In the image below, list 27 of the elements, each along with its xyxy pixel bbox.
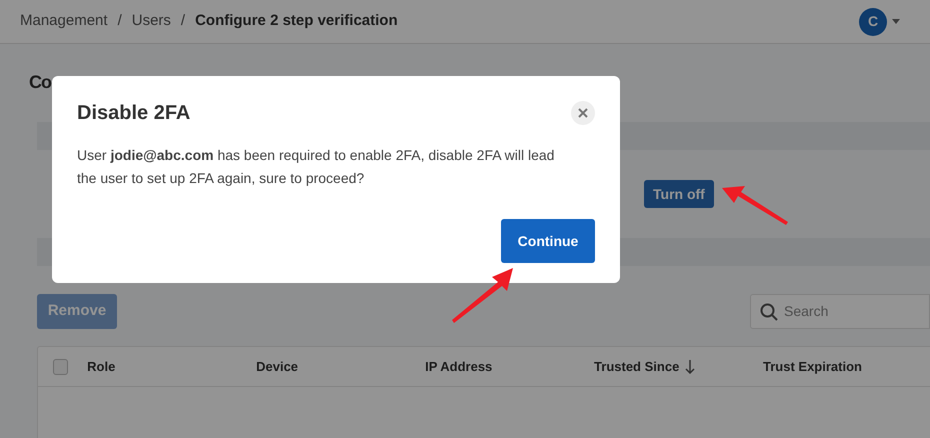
caret-icon bbox=[892, 19, 900, 24]
column-header[interactable]: Device bbox=[256, 356, 298, 376]
breadcrumb-link[interactable]: Configure 2 step verification bbox=[195, 10, 398, 33]
avatar: C bbox=[859, 8, 887, 36]
continue-button[interactable]: Continue bbox=[501, 219, 595, 263]
page-heading: Co bbox=[29, 71, 51, 94]
search-input[interactable]: Search bbox=[784, 301, 904, 322]
turn-off-button[interactable]: Turn off bbox=[644, 180, 714, 208]
breadcrumb-separator: / bbox=[180, 11, 186, 32]
select-all-checkbox[interactable] bbox=[53, 358, 68, 374]
column-header[interactable]: Role bbox=[87, 356, 116, 376]
arrow-down-icon bbox=[685, 360, 696, 374]
user-menu[interactable]: C bbox=[859, 8, 900, 36]
breadcrumb-separator: / bbox=[118, 11, 122, 32]
column-header[interactable]: Trust Expiration bbox=[763, 356, 862, 376]
search-icon bbox=[760, 302, 778, 320]
arrow bbox=[452, 268, 513, 323]
dialog-title: Disable 2FA bbox=[77, 101, 190, 126]
breadcrumb-link[interactable]: Management bbox=[20, 10, 108, 33]
close-button[interactable] bbox=[571, 101, 595, 125]
search-field[interactable]: Search bbox=[750, 294, 930, 329]
arrow bbox=[722, 186, 788, 225]
close-icon bbox=[578, 108, 588, 118]
column-header[interactable]: IP Address bbox=[425, 356, 492, 376]
column-header[interactable]: Trusted Since bbox=[594, 356, 680, 376]
dialog-message: User jodie@abc.com has been required to enable 2FA, disable 2FA will lead the user to set up 2FA again, sure to proceed? bbox=[77, 146, 556, 188]
breadcrumb-link[interactable]: Users bbox=[132, 10, 171, 33]
